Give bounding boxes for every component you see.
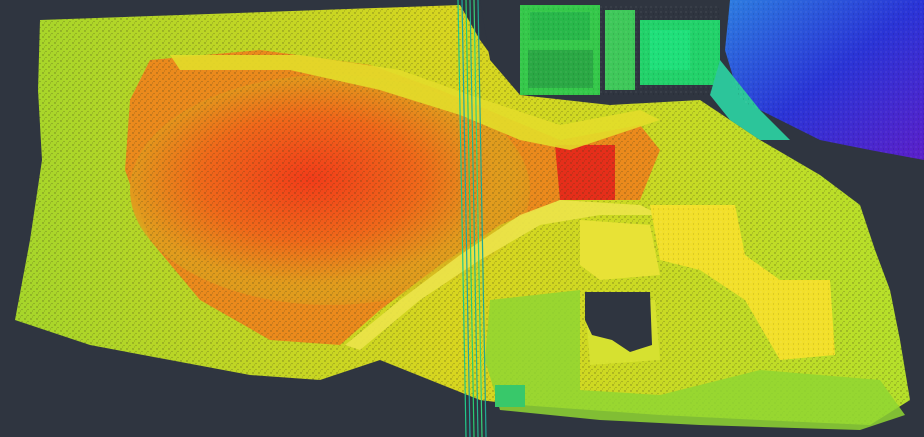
- point-cloud-render[interactable]: [0, 0, 924, 437]
- small-structure: [495, 385, 525, 407]
- point-cloud-viewport[interactable]: [0, 0, 924, 437]
